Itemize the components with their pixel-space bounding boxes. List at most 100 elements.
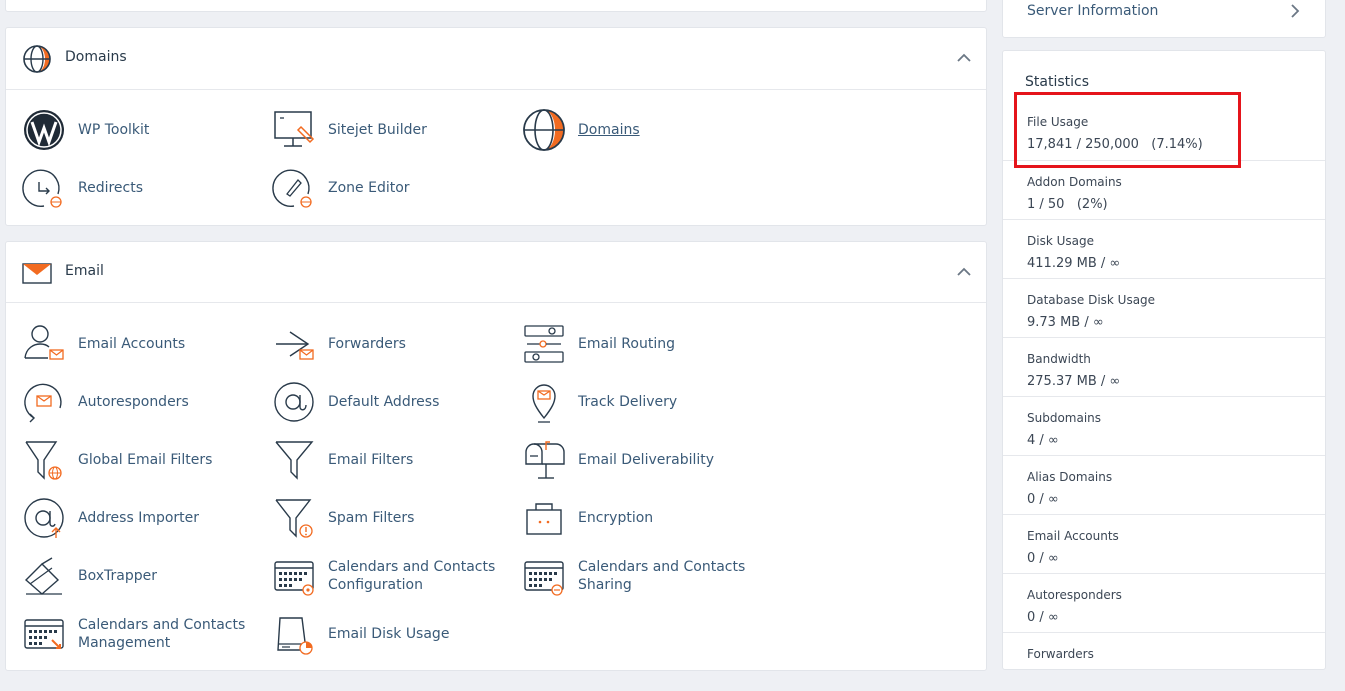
stat-label: Addon Domains <box>1027 175 1122 189</box>
boxtrapper-label: BoxTrapper <box>78 568 157 584</box>
stat-value: 0 / ∞ <box>1027 492 1059 507</box>
autoresponders-link[interactable]: Autoresponders <box>22 380 242 424</box>
envelope-icon <box>22 263 52 284</box>
stat-alias-domains: Alias Domains 0 / ∞ <box>1003 455 1325 514</box>
domains-label: Domains <box>578 122 640 138</box>
encryption-link[interactable]: Encryption <box>522 496 742 540</box>
stat-value: 9.73 MB / ∞ <box>1027 315 1104 330</box>
stat-value: 17,841 / 250,000 (7.14%) <box>1027 137 1203 152</box>
email-accounts-icon <box>24 325 64 360</box>
stat-value: 275.37 MB / ∞ <box>1027 374 1121 389</box>
stat-value: 1 / 50 (2%) <box>1027 197 1108 212</box>
zone-editor-link[interactable]: Zone Editor <box>272 166 472 210</box>
global-email-filters-link[interactable]: Global Email Filters <box>22 438 242 482</box>
email-routing-link[interactable]: Email Routing <box>522 322 742 366</box>
stat-autoresponders: Autoresponders 0 / ∞ <box>1003 573 1325 632</box>
zone-editor-icon <box>272 169 312 208</box>
stat-forwarders: Forwarders <box>1003 632 1325 691</box>
globe-icon <box>523 109 565 151</box>
spam-filters-link[interactable]: Spam Filters <box>272 496 492 540</box>
calendars-contacts-configuration-link[interactable]: Calendars and Contacts Configuration <box>272 554 495 598</box>
email-routing-icon <box>524 325 564 363</box>
stat-label: Disk Usage <box>1027 234 1094 248</box>
forwarders-label: Forwarders <box>328 336 406 352</box>
domains-section-title: Domains <box>65 49 127 65</box>
email-disk-usage-link[interactable]: Email Disk Usage <box>272 612 492 656</box>
redirect-icon <box>22 169 62 208</box>
email-routing-label: Email Routing <box>578 336 675 352</box>
stat-value: 0 / ∞ <box>1027 610 1059 625</box>
autoresponders-label: Autoresponders <box>78 394 189 410</box>
address-importer-icon <box>24 498 64 538</box>
stat-label: Alias Domains <box>1027 470 1113 484</box>
track-delivery-label: Track Delivery <box>578 394 678 410</box>
redirects-link[interactable]: Redirects <box>22 166 222 210</box>
encryption-icon <box>526 503 562 535</box>
server-information-link[interactable]: Server Information <box>1002 0 1326 38</box>
calendar-sharing-icon <box>524 561 564 596</box>
statistics-title: Statistics <box>1025 74 1089 90</box>
calendars-contacts-management-label: Calendars and Contacts Management <box>78 617 246 651</box>
sitejet-icon <box>274 111 315 147</box>
calendar-config-icon <box>274 561 314 596</box>
zone-editor-label: Zone Editor <box>328 180 410 196</box>
chevron-up-icon[interactable] <box>956 52 972 64</box>
spam-filter-icon <box>275 499 313 538</box>
autoresponders-icon <box>24 383 62 423</box>
address-importer-label: Address Importer <box>78 510 200 526</box>
stat-label: File Usage <box>1027 115 1089 129</box>
encryption-label: Encryption <box>578 510 654 526</box>
email-disk-usage-icon <box>277 617 313 655</box>
default-address-link[interactable]: Default Address <box>272 380 492 424</box>
calendars-contacts-sharing-link[interactable]: Calendars and Contacts Sharing <box>522 554 745 598</box>
redirects-label: Redirects <box>78 180 144 196</box>
chevron-up-icon[interactable] <box>956 266 972 278</box>
server-information-label: Server Information <box>1027 3 1159 19</box>
statistics-panel: Statistics File Usage 17,841 / 250,000 (… <box>1002 50 1326 670</box>
spam-filters-label: Spam Filters <box>328 510 415 526</box>
wordpress-icon <box>24 110 64 150</box>
stat-label: Autoresponders <box>1027 588 1122 602</box>
calendars-contacts-configuration-label: Calendars and Contacts Configuration <box>328 559 496 593</box>
wp-toolkit-link[interactable]: WP Toolkit <box>22 108 222 152</box>
stat-bandwidth: Bandwidth 275.37 MB / ∞ <box>1003 337 1325 396</box>
stat-label: Email Accounts <box>1027 529 1119 543</box>
calendars-contacts-management-link[interactable]: Calendars and Contacts Management <box>22 612 245 656</box>
stat-value: 0 / ∞ <box>1027 551 1059 566</box>
wp-toolkit-label: WP Toolkit <box>78 122 150 138</box>
sitejet-builder-label: Sitejet Builder <box>328 122 427 138</box>
chevron-right-icon <box>1291 4 1300 18</box>
stat-subdomains: Subdomains 4 / ∞ <box>1003 396 1325 455</box>
sitejet-builder-link[interactable]: Sitejet Builder <box>272 108 472 152</box>
stat-disk-usage: Disk Usage 411.29 MB / ∞ <box>1003 219 1325 278</box>
email-deliverability-link[interactable]: Email Deliverability <box>522 438 742 482</box>
stat-value: 411.29 MB / ∞ <box>1027 256 1121 271</box>
stat-email-accounts: Email Accounts 0 / ∞ <box>1003 514 1325 573</box>
global-filter-icon <box>25 441 62 480</box>
track-delivery-icon <box>532 384 556 423</box>
stat-file-usage: File Usage 17,841 / 250,000 (7.14%) <box>1003 101 1325 160</box>
email-filters-label: Email Filters <box>328 452 414 468</box>
email-section: Email Email Accounts Forwarders Email Ro… <box>5 241 987 671</box>
default-address-label: Default Address <box>328 394 440 410</box>
boxtrapper-link[interactable]: BoxTrapper <box>22 554 242 598</box>
address-importer-link[interactable]: Address Importer <box>22 496 242 540</box>
stat-label: Forwarders <box>1027 647 1094 661</box>
stat-addon-domains: Addon Domains 1 / 50 (2%) <box>1003 160 1325 219</box>
forwarders-link[interactable]: Forwarders <box>272 322 492 366</box>
global-email-filters-label: Global Email Filters <box>78 452 213 468</box>
email-section-header[interactable]: Email <box>6 242 986 303</box>
stat-database-disk-usage: Database Disk Usage 9.73 MB / ∞ <box>1003 278 1325 337</box>
email-filters-link[interactable]: Email Filters <box>272 438 492 482</box>
stat-label: Database Disk Usage <box>1027 293 1156 307</box>
stat-label: Subdomains <box>1027 411 1102 425</box>
email-accounts-link[interactable]: Email Accounts <box>22 322 242 366</box>
domains-link[interactable]: Domains <box>522 108 722 152</box>
mailbox-icon <box>525 441 565 479</box>
stat-label: Bandwidth <box>1027 352 1091 366</box>
domains-section: Domains WP Toolkit Sitejet Builder Domai… <box>5 27 987 226</box>
email-deliverability-label: Email Deliverability <box>578 452 715 468</box>
domains-section-header[interactable]: Domains <box>6 28 986 90</box>
track-delivery-link[interactable]: Track Delivery <box>522 380 742 424</box>
boxtrapper-icon <box>24 557 62 595</box>
